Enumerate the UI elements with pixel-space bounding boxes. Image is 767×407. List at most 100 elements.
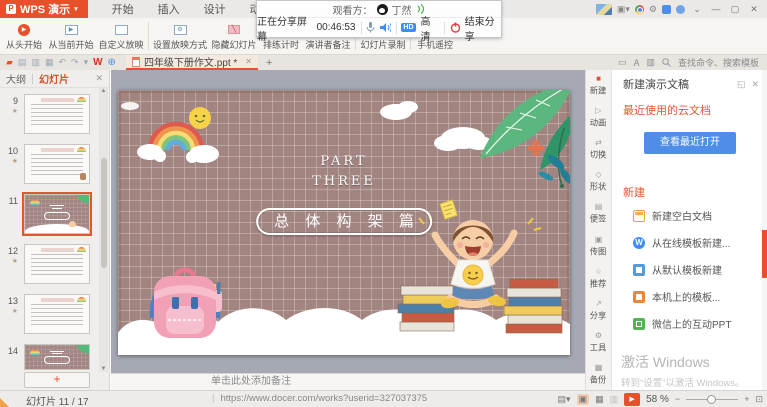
close-tab-icon[interactable]: ✕ bbox=[245, 57, 252, 66]
share-timer: 00:46:53 bbox=[317, 22, 356, 33]
strip-upload-image[interactable]: ▣传图 bbox=[586, 235, 611, 258]
scroll-down-icon[interactable]: ▼ bbox=[99, 366, 108, 372]
view-recent-button[interactable]: 查看最近打开 bbox=[644, 132, 736, 154]
assistant-icon[interactable]: A bbox=[633, 58, 639, 68]
scrollbar-thumb[interactable] bbox=[101, 158, 107, 268]
docer-url[interactable]: |https://www.docer.com/works?userid=3270… bbox=[212, 393, 427, 404]
part-text-line2[interactable]: THREE bbox=[118, 174, 570, 189]
strip-backup[interactable]: ▦备份 bbox=[586, 363, 611, 386]
microphone-icon[interactable] bbox=[366, 22, 374, 33]
zoom-in-icon[interactable]: + bbox=[744, 394, 749, 404]
restore-button[interactable]: ▢ bbox=[728, 4, 742, 15]
collapse-ribbon-icon[interactable]: ⌄ bbox=[690, 4, 704, 15]
zoom-slider[interactable] bbox=[686, 399, 738, 400]
zoom-slider-knob[interactable] bbox=[707, 395, 716, 404]
play-slideshow-button[interactable]: ▶ bbox=[624, 393, 640, 406]
app-menu[interactable]: P WPS 演示 ▾ bbox=[0, 0, 88, 18]
panel-scrollbar[interactable] bbox=[762, 70, 767, 390]
undo-icon[interactable]: ↶ bbox=[58, 57, 66, 68]
backpack-illustration bbox=[152, 270, 222, 338]
reading-view-icon[interactable]: ▥ bbox=[610, 394, 619, 405]
tab-home[interactable]: 开始 bbox=[100, 0, 146, 18]
strip-animation[interactable]: ▷动画 bbox=[586, 106, 611, 129]
animation-star-icon: ★ bbox=[6, 157, 18, 165]
slide-sorter-icon[interactable]: ▦ bbox=[595, 394, 604, 405]
end-share-button[interactable]: 结束分享 bbox=[465, 13, 501, 43]
panel-icon[interactable]: ▥ bbox=[646, 57, 655, 68]
slide-number: 14 bbox=[0, 346, 18, 356]
strip-shapes[interactable]: ◇形状 bbox=[586, 170, 611, 193]
comment-icon[interactable]: ▭ bbox=[618, 57, 627, 68]
speaker-icon[interactable] bbox=[380, 22, 391, 33]
divider bbox=[444, 22, 445, 34]
close-panel-icon[interactable]: ✕ bbox=[95, 73, 103, 84]
slide-thumbnail-10[interactable] bbox=[24, 144, 90, 184]
new-from-default-template-item[interactable]: 从默认模板新建 bbox=[613, 256, 767, 283]
print-icon[interactable]: ▦ bbox=[45, 57, 54, 68]
local-templates-item[interactable]: 本机上的模板... bbox=[613, 283, 767, 310]
slide-thumbnail-14[interactable] bbox=[24, 344, 90, 370]
save-icon[interactable]: ▤ bbox=[18, 57, 27, 68]
menu-icon[interactable]: ▰ bbox=[6, 57, 13, 68]
slide-thumbnail-12[interactable] bbox=[24, 244, 90, 284]
skin-icon[interactable] bbox=[662, 5, 671, 14]
play-from-start-button[interactable]: ▶ 从头开始 bbox=[2, 18, 46, 54]
tab-design[interactable]: 设计 bbox=[192, 0, 238, 18]
part-text-line1[interactable]: PART bbox=[118, 154, 570, 169]
tab-outline[interactable]: 大纲 bbox=[6, 71, 26, 86]
output-icon[interactable]: ▥ bbox=[31, 57, 40, 68]
gear-icon[interactable]: ⚙ bbox=[649, 4, 657, 15]
wallpaper-thumbnail-icon[interactable] bbox=[596, 4, 612, 15]
expand-panel-icon[interactable]: ◱ bbox=[737, 79, 746, 90]
divider bbox=[32, 74, 33, 84]
strip-share[interactable]: ↗分享 bbox=[586, 299, 611, 322]
strip-transition[interactable]: ⇄切换 bbox=[586, 138, 611, 161]
notes-toggle-icon[interactable]: ▤▾ bbox=[558, 394, 571, 405]
hd-badge[interactable]: HD bbox=[401, 23, 415, 32]
web-icon[interactable]: ⊕ bbox=[108, 57, 116, 68]
notes-bar[interactable]: 单击此处添加备注 bbox=[111, 373, 585, 390]
add-slide-button[interactable]: + bbox=[24, 372, 90, 388]
chrome-icon[interactable] bbox=[635, 5, 644, 14]
minimize-button[interactable]: — bbox=[709, 4, 723, 14]
tab-slides[interactable]: 幻灯片 bbox=[39, 71, 69, 86]
close-button[interactable]: ✕ bbox=[747, 4, 761, 15]
tab-insert[interactable]: 插入 bbox=[146, 0, 192, 18]
strip-sticky-notes[interactable]: ▤便签 bbox=[586, 202, 611, 225]
strip-tools[interactable]: ⚙工具 bbox=[586, 331, 611, 354]
slide-thumbnail-13[interactable] bbox=[24, 294, 90, 334]
custom-show-button[interactable]: 自定义放映 bbox=[96, 18, 146, 54]
document-tab[interactable]: 四年级下册作文.ppt * ✕ bbox=[126, 55, 258, 70]
wechat-ppt-icon bbox=[633, 318, 645, 330]
more-icon[interactable]: ▾ bbox=[84, 57, 89, 68]
new-from-online-template-item[interactable]: W从在线模板新建... bbox=[613, 229, 767, 256]
redo-icon[interactable]: ↷ bbox=[71, 57, 79, 68]
search-input[interactable]: 查找命令、搜索模板 bbox=[678, 56, 759, 69]
slide-thumbnail-11-selected[interactable] bbox=[24, 194, 90, 234]
new-blank-document-item[interactable]: 新建空白文档 bbox=[613, 202, 767, 229]
slide-number: 13 bbox=[0, 296, 18, 306]
vault-icon[interactable]: ▣▾ bbox=[617, 4, 630, 15]
new-tab-button[interactable]: + bbox=[258, 55, 280, 70]
normal-view-icon[interactable]: ▣ bbox=[577, 394, 590, 405]
setup-show-button[interactable]: ⚙ 设置放映方式 bbox=[151, 18, 209, 54]
scroll-up-icon[interactable]: ▲ bbox=[99, 88, 108, 94]
play-from-current-button[interactable]: ▶ 从当前开始 bbox=[46, 18, 96, 54]
hide-slide-button[interactable]: ╲ 隐藏幻灯片 bbox=[209, 18, 259, 54]
wps-home-icon[interactable]: W bbox=[93, 57, 102, 68]
fit-slide-icon[interactable]: ⊡ bbox=[755, 394, 763, 405]
slide-canvas[interactable]: PART THREE 总 体 构 架 篇 bbox=[118, 90, 570, 355]
scrollbar-thumb[interactable] bbox=[762, 230, 767, 278]
divider bbox=[361, 22, 362, 34]
slide-thumbnail-9[interactable] bbox=[24, 94, 90, 134]
slide-title-capsule[interactable]: 总 体 构 架 篇 bbox=[256, 208, 432, 235]
animation-icon: ▷ bbox=[595, 106, 601, 115]
slide-panel-scrollbar[interactable]: ▲ ▼ bbox=[99, 88, 108, 372]
account-icon[interactable] bbox=[676, 5, 685, 14]
close-panel-icon[interactable]: ✕ bbox=[751, 79, 759, 90]
strip-new[interactable]: ■新建 bbox=[586, 74, 611, 97]
zoom-out-icon[interactable]: − bbox=[675, 394, 680, 404]
wechat-interactive-ppt-item[interactable]: 微信上的互动PPT bbox=[613, 310, 767, 337]
strip-recommend[interactable]: ☆推荐 bbox=[586, 267, 611, 290]
image-icon: ▣ bbox=[595, 235, 603, 244]
